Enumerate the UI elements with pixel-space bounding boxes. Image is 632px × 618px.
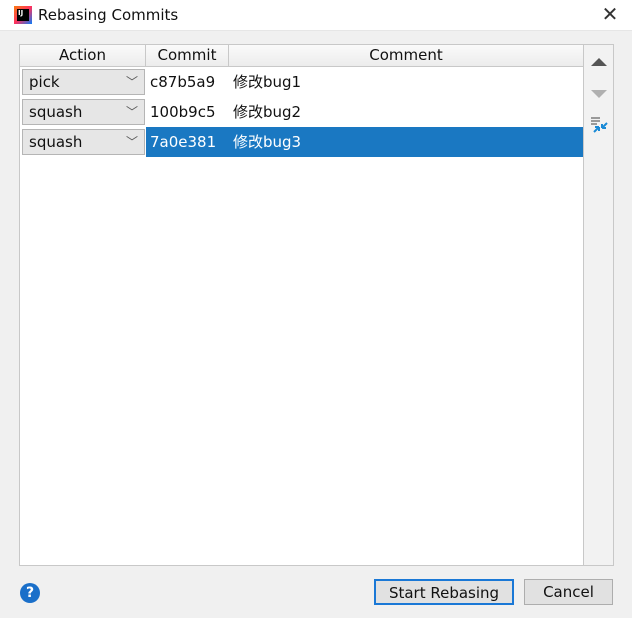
action-value: squash — [29, 103, 83, 121]
column-header-comment[interactable]: Comment — [229, 45, 583, 67]
action-value: pick — [29, 73, 60, 91]
table-row[interactable]: squash ﹀ 100b9c5 修改bug2 — [20, 97, 583, 127]
action-dropdown[interactable]: squash ﹀ — [22, 99, 145, 125]
column-header-action[interactable]: Action — [20, 45, 146, 67]
table-row-selected[interactable]: squash ﹀ 7a0e381 修改bug3 — [20, 127, 583, 157]
table-row[interactable]: pick ﹀ c87b5a9 修改bug1 — [20, 67, 583, 97]
help-icon[interactable]: ? — [20, 583, 40, 603]
column-header-commit[interactable]: Commit — [146, 45, 229, 67]
commit-comment: 修改bug2 — [233, 103, 302, 121]
move-up-icon[interactable] — [591, 58, 607, 66]
close-icon[interactable]: ✕ — [598, 2, 622, 26]
cancel-button[interactable]: Cancel — [524, 579, 613, 605]
action-dropdown[interactable]: squash ﹀ — [22, 129, 145, 155]
commit-hash: 7a0e381 — [150, 133, 217, 151]
commit-comment: 修改bug3 — [233, 133, 302, 151]
side-toolbar — [584, 44, 614, 566]
title-bar: IJ Rebasing Commits ✕ — [0, 0, 632, 31]
view-options-icon[interactable] — [590, 115, 610, 135]
commit-comment: 修改bug1 — [233, 73, 302, 91]
window-title: Rebasing Commits — [38, 6, 179, 24]
move-down-icon[interactable] — [591, 90, 607, 98]
intellij-logo-icon: IJ — [14, 6, 32, 24]
chevron-down-icon: ﹀ — [125, 105, 138, 119]
start-rebasing-button[interactable]: Start Rebasing — [374, 579, 514, 605]
commits-table: Action Commit Comment pick ﹀ c87b5a9 修改bu… — [19, 44, 584, 566]
action-dropdown[interactable]: pick ﹀ — [22, 69, 145, 95]
chevron-down-icon: ﹀ — [125, 135, 138, 149]
chevron-down-icon: ﹀ — [125, 75, 138, 89]
action-value: squash — [29, 133, 83, 151]
commit-hash: 100b9c5 — [150, 103, 216, 121]
commit-hash: c87b5a9 — [150, 73, 216, 91]
